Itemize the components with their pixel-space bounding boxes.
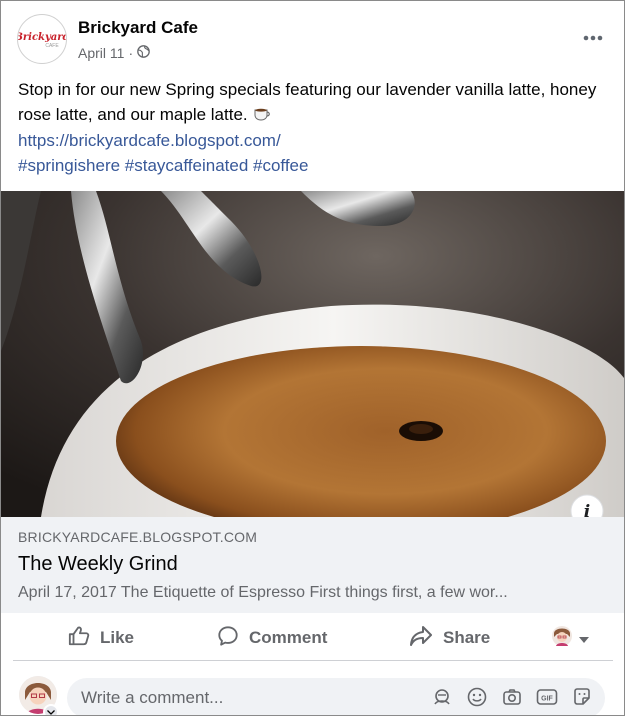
chevron-down-icon bbox=[579, 628, 589, 648]
post-meta: April 11 · bbox=[78, 45, 150, 61]
svg-text:Brickyard: Brickyard bbox=[18, 32, 66, 43]
comment-icon bbox=[217, 625, 239, 652]
user-avatar-small bbox=[551, 625, 573, 652]
account-switch-badge[interactable] bbox=[43, 704, 59, 715]
link-preview[interactable]: BRICKYARDCAFE.BLOGSPOT.COM The Weekly Gr… bbox=[1, 517, 624, 613]
like-button[interactable]: Like bbox=[68, 623, 134, 653]
post-card: Brickyard CAFE Brickyard Cafe April 11 · bbox=[0, 0, 625, 716]
post-date[interactable]: April 11 bbox=[78, 45, 124, 61]
comment-placeholder: Write a comment... bbox=[81, 688, 224, 707]
globe-icon bbox=[137, 45, 150, 61]
coffee-cup-emoji-icon bbox=[254, 103, 272, 128]
post-image[interactable]: i bbox=[1, 191, 624, 517]
page-name[interactable]: Brickyard Cafe bbox=[78, 18, 198, 38]
post-message: Stop in for our new Spring specials feat… bbox=[18, 80, 597, 124]
preview-domain: BRICKYARDCAFE.BLOGSPOT.COM bbox=[18, 529, 258, 545]
page-avatar[interactable]: Brickyard CAFE bbox=[17, 14, 67, 64]
camera-icon[interactable] bbox=[501, 686, 523, 708]
post-link[interactable]: https://brickyardcafe.blogspot.com/ bbox=[18, 128, 612, 153]
share-label: Share bbox=[443, 628, 491, 647]
emoji-icon[interactable] bbox=[466, 686, 488, 708]
comment-tools: GIF bbox=[431, 686, 593, 708]
preview-description: April 17, 2017 The Etiquette of Espresso… bbox=[18, 584, 508, 601]
meta-separator: · bbox=[128, 45, 134, 61]
gif-icon[interactable]: GIF bbox=[536, 686, 558, 708]
avatar-sticker-icon[interactable] bbox=[431, 686, 453, 708]
svg-text:GIF: GIF bbox=[541, 696, 553, 703]
identity-switcher[interactable] bbox=[551, 623, 589, 653]
comment-button[interactable]: Comment bbox=[217, 623, 327, 653]
chevron-down-icon bbox=[47, 709, 55, 715]
thumbs-up-icon bbox=[68, 625, 90, 652]
espresso-photo bbox=[1, 191, 624, 517]
brickyard-logo-icon: Brickyard CAFE bbox=[18, 16, 66, 62]
post-header: Brickyard CAFE Brickyard Cafe April 11 · bbox=[17, 14, 611, 66]
like-label: Like bbox=[100, 628, 135, 647]
svg-text:i: i bbox=[584, 502, 590, 517]
share-arrow-icon bbox=[409, 625, 433, 652]
image-info-icon[interactable]: i bbox=[570, 494, 604, 517]
sticker-icon[interactable] bbox=[571, 686, 593, 708]
preview-title[interactable]: The Weekly Grind bbox=[18, 553, 178, 576]
comment-label: Comment bbox=[249, 628, 328, 647]
post-hashtags[interactable]: #springishere #staycaffeinated #coffee bbox=[18, 153, 612, 178]
svg-text:CAFE: CAFE bbox=[45, 43, 59, 49]
post-actions: Like Comment Share bbox=[13, 617, 613, 661]
comment-input[interactable]: Write a comment... GIF bbox=[67, 678, 605, 715]
comment-composer: Write a comment... GIF bbox=[17, 676, 611, 715]
more-options-icon[interactable] bbox=[579, 26, 607, 50]
post-text: Stop in for our new Spring specials feat… bbox=[18, 77, 612, 178]
share-button[interactable]: Share bbox=[409, 623, 490, 653]
